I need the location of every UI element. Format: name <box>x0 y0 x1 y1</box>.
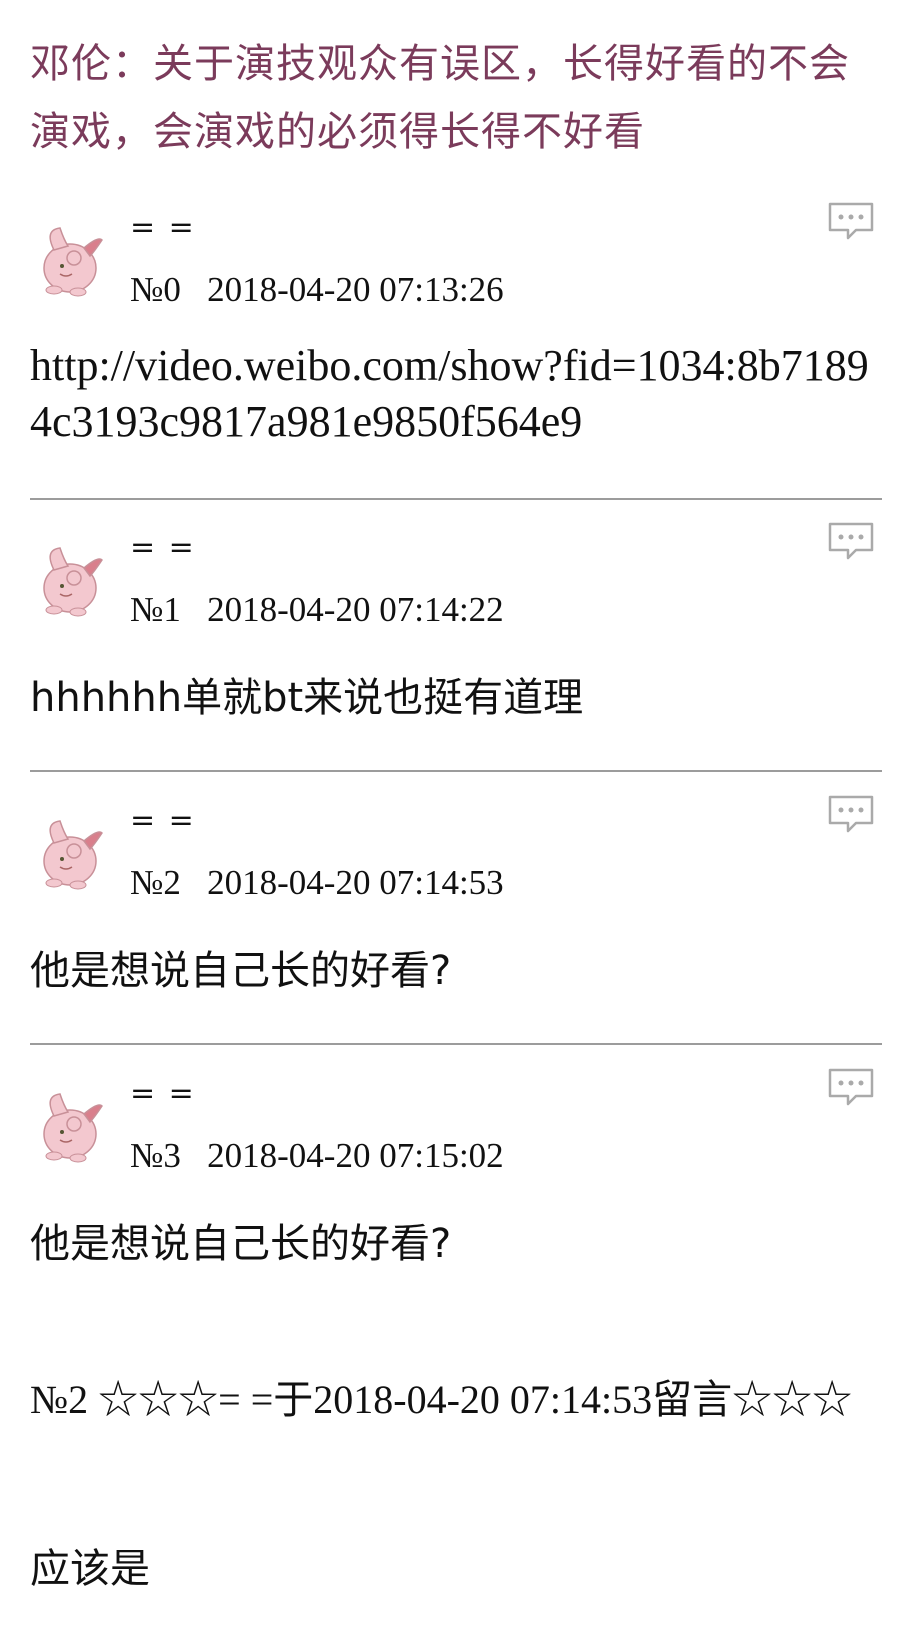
author-name[interactable]: = = <box>130 530 196 565</box>
post-meta: №2 2018-04-20 07:14:53 <box>130 863 504 903</box>
floor-number: №2 <box>130 863 181 902</box>
reply-icon[interactable] <box>826 520 876 562</box>
post-divider <box>30 770 882 772</box>
author-name[interactable]: = = <box>130 1076 196 1111</box>
post-content: 他是想说自己长的好看? <box>30 948 452 994</box>
avatar-icon[interactable] <box>34 530 114 620</box>
author-name[interactable]: = = <box>130 803 196 838</box>
avatar-icon[interactable] <box>34 803 114 893</box>
post-2: = = №2 2018-04-20 07:14:53 他是想说自己长的好看? <box>0 793 912 1033</box>
thread-title: 邓伦：关于演技观众有误区，长得好看的不会演戏，会演戏的必须得长得不好看 <box>30 41 850 155</box>
post-time: 2018-04-20 07:14:22 <box>207 590 504 629</box>
post-content[interactable]: http://video.weibo.com/show?fid=1034:8b7… <box>30 338 890 450</box>
post-content: hhhhhh单就bt来说也挺有道理 <box>30 675 584 721</box>
reply-icon[interactable] <box>826 200 876 242</box>
thread-page: 邓伦：关于演技观众有误区，长得好看的不会演戏，会演戏的必须得长得不好看 = = … <box>0 0 912 1632</box>
post-time: 2018-04-20 07:14:53 <box>207 863 504 902</box>
author-name[interactable]: = = <box>130 210 196 245</box>
post-content: 他是想说自己长的好看? <box>30 1221 452 1267</box>
avatar-icon[interactable] <box>34 1076 114 1166</box>
post-divider <box>30 1043 882 1045</box>
reply-icon[interactable] <box>826 1066 876 1108</box>
reply-icon[interactable] <box>826 793 876 835</box>
post-1: = = №1 2018-04-20 07:14:22 hhhhhh单就bt来说也… <box>0 520 912 760</box>
post-meta: №0 2018-04-20 07:13:26 <box>130 270 504 310</box>
post-0: = = №0 2018-04-20 07:13:26 http://video.… <box>0 200 912 480</box>
floor-number: №3 <box>130 1136 181 1175</box>
post-meta: №3 2018-04-20 07:15:02 <box>130 1136 504 1176</box>
quoted-reply: №2 ☆☆☆= =于2018-04-20 07:14:53留言☆☆☆ <box>30 1377 853 1422</box>
reply-content: 应该是 <box>30 1546 150 1592</box>
post-3: = = №3 2018-04-20 07:15:02 他是想说自己长的好看? №… <box>0 1066 912 1632</box>
post-divider <box>30 498 882 500</box>
post-meta: №1 2018-04-20 07:14:22 <box>130 590 504 630</box>
floor-number: №1 <box>130 590 181 629</box>
post-time: 2018-04-20 07:13:26 <box>207 270 504 309</box>
avatar-icon[interactable] <box>34 210 114 300</box>
floor-number: №0 <box>130 270 181 309</box>
post-time: 2018-04-20 07:15:02 <box>207 1136 504 1175</box>
